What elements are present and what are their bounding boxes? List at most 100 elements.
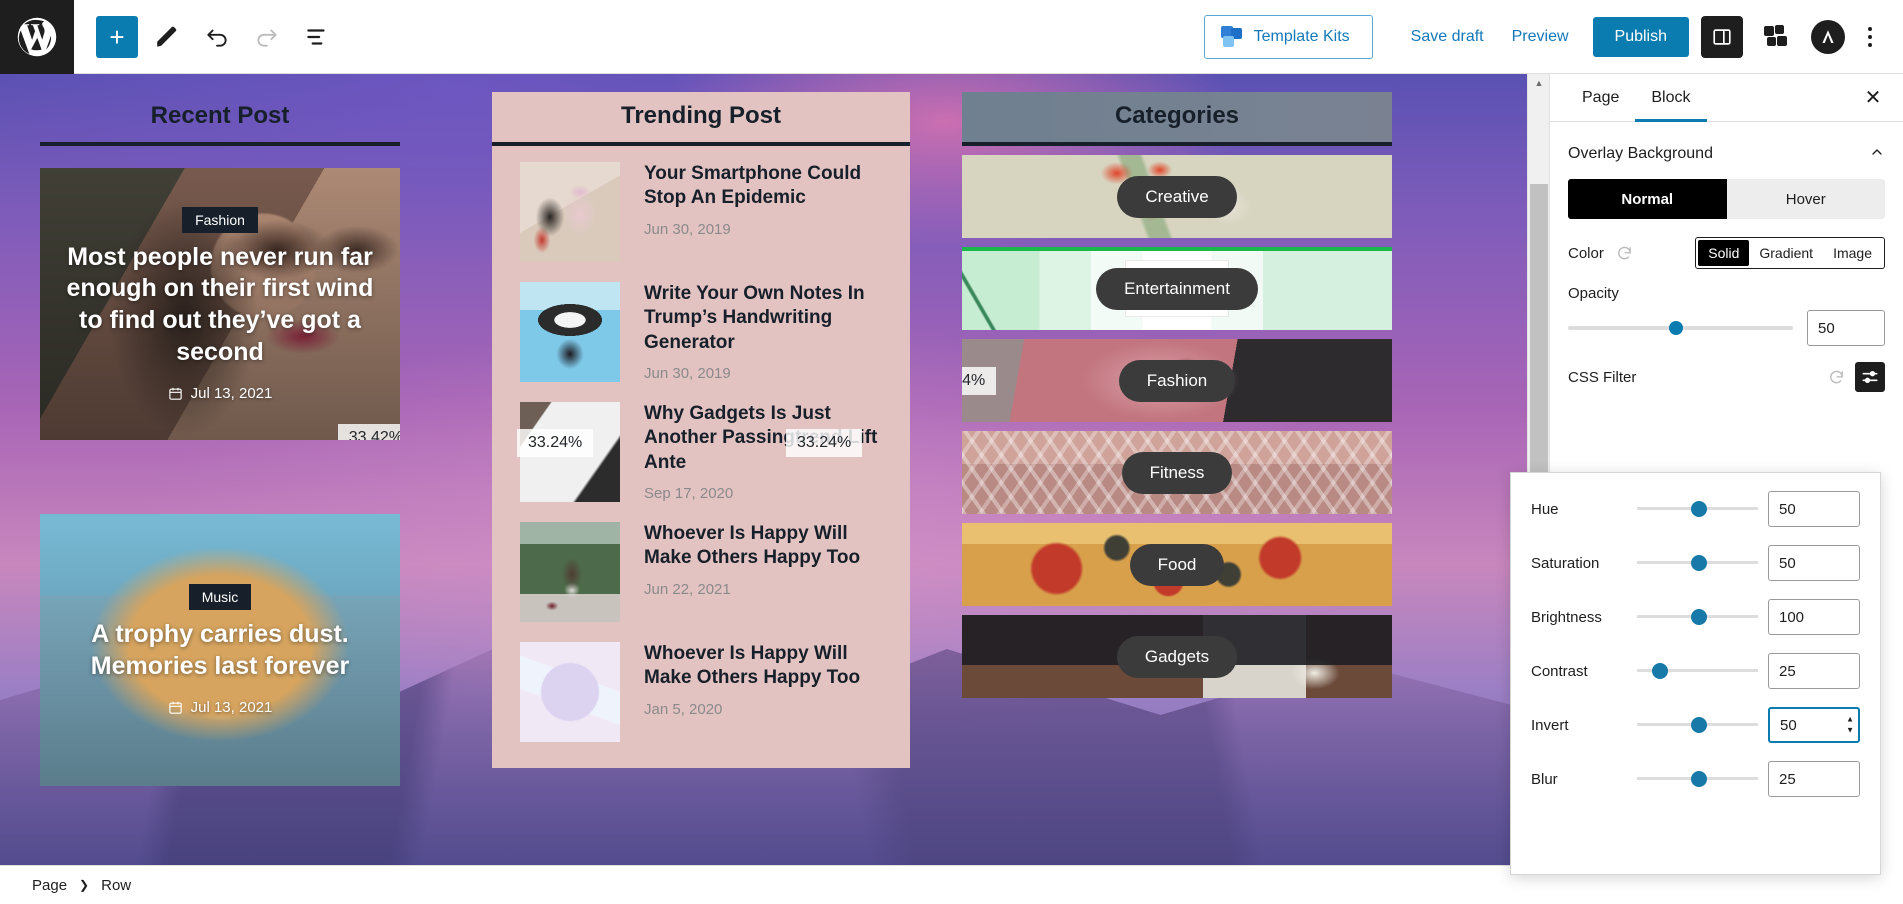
invert-value-text: 50 [1780,716,1797,734]
recent-post-card[interactable]: Music A trophy carries dust. Memories la… [40,514,400,786]
reset-color-icon[interactable] [1616,245,1633,262]
column-trending-post[interactable]: Trending Post Your Smartphone Could Stop… [492,74,910,865]
trending-list-item[interactable]: Your Smartphone Could Stop An Epidemic J… [520,162,888,262]
column-recent-post[interactable]: Recent Post Fashion Most people never ru… [0,74,440,865]
add-block-button[interactable]: + [96,15,138,58]
recent-post-category-badge[interactable]: Fashion [182,206,258,233]
opacity-slider[interactable] [1568,319,1793,337]
invert-spinner[interactable]: ▲ ▼ [1846,715,1854,735]
recent-post-card[interactable]: Fashion Most people never run far enough… [40,168,400,440]
spinner-down-icon[interactable]: ▼ [1846,726,1854,735]
invert-value-input[interactable]: 50 ▲ ▼ [1768,707,1860,743]
hue-slider-knob[interactable] [1691,501,1708,517]
preview-button[interactable]: Preview [1498,28,1583,46]
column-categories[interactable]: Categories Creative Entertainment Fashio… [962,74,1392,865]
category-label[interactable]: Creative [1117,175,1237,218]
close-sidebar-icon[interactable]: ✕ [1857,82,1889,114]
blur-value-input[interactable]: 25 [1768,761,1860,797]
category-item[interactable]: Fashion 33.34% [962,339,1392,422]
list-view-icon[interactable] [296,16,338,58]
hue-value-input[interactable]: 50 [1768,491,1860,527]
blur-label: Blur [1531,770,1558,788]
sidebar-tabs: Page Block ✕ [1550,74,1903,122]
filter-row-brightness: Brightness 100 [1531,599,1860,635]
color-type-segmented-control: Solid Gradient Image [1695,237,1885,269]
opacity-slider-knob[interactable] [1669,321,1684,335]
trending-thumbnail [520,522,620,622]
sidebar-panel-icon [1713,28,1731,45]
color-type-solid[interactable]: Solid [1698,240,1750,266]
opacity-value-input[interactable]: 50 [1807,310,1885,346]
column-gap [440,74,492,865]
css-filter-popover: Hue 50 Saturation 50 Brightness 100 Cont… [1510,472,1881,875]
contrast-slider[interactable] [1637,662,1758,680]
category-item[interactable]: Food [962,523,1392,606]
brightness-value-input[interactable]: 100 [1768,599,1860,635]
template-kits-button[interactable]: Template Kits [1203,14,1373,59]
category-item[interactable]: Gadgets [962,615,1392,698]
astra-logo-icon [1822,29,1834,43]
css-filter-settings-icon[interactable] [1855,362,1885,392]
tab-page[interactable]: Page [1566,74,1635,121]
trending-item-title[interactable]: Your Smartphone Could Stop An Epidemic [644,162,888,211]
recent-post-category-badge[interactable]: Music [188,584,252,611]
astra-logo-button[interactable] [1811,19,1845,54]
saturation-slider[interactable] [1637,554,1758,572]
brightness-slider[interactable] [1637,608,1758,626]
publish-button[interactable]: Publish [1592,16,1689,57]
category-item[interactable]: Creative [962,155,1392,238]
trending-list-item[interactable]: Whoever Is Happy Will Make Others Happy … [520,642,888,742]
save-draft-button[interactable]: Save draft [1397,28,1498,46]
undo-icon[interactable] [196,16,238,58]
hue-slider[interactable] [1637,500,1758,518]
canvas-scrollbar-thumb[interactable] [1530,184,1548,514]
chevron-up-icon[interactable] [1869,144,1885,163]
invert-slider-knob[interactable] [1691,717,1708,733]
trending-list-item[interactable]: Why Gadgets Is Just Another Passingtrend… [517,402,888,502]
reset-css-filter-icon[interactable] [1828,369,1845,386]
category-item[interactable]: Entertainment [962,247,1392,330]
editor-canvas[interactable]: Recent Post Fashion Most people never ru… [0,74,1527,865]
category-label[interactable]: Gadgets [1116,635,1238,678]
color-type-gradient[interactable]: Gradient [1749,240,1823,266]
page-row[interactable]: Recent Post Fashion Most people never ru… [0,74,1527,865]
blur-slider[interactable] [1637,770,1758,788]
category-label[interactable]: Fitness [1121,451,1233,494]
saturation-slider-knob[interactable] [1691,555,1708,571]
block-plugin-button[interactable] [1755,16,1797,58]
spinner-up-icon[interactable]: ▲ [1846,715,1854,724]
trending-item-title[interactable]: Whoever Is Happy Will Make Others Happy … [644,522,888,571]
recent-post-title[interactable]: Most people never run far enough on thei… [40,242,400,369]
color-type-image[interactable]: Image [1823,240,1882,266]
brightness-slider-knob[interactable] [1691,609,1708,625]
state-hover-button[interactable]: Hover [1727,179,1886,219]
edit-pencil-icon[interactable] [146,16,188,58]
contrast-value-input[interactable]: 25 [1768,653,1860,689]
blur-slider-knob[interactable] [1691,771,1708,787]
category-label[interactable]: Entertainment [1096,267,1258,310]
saturation-value-input[interactable]: 50 [1768,545,1860,581]
wordpress-logo-button[interactable] [0,0,74,74]
trending-list-item[interactable]: Write Your Own Notes In Trump’s Handwrit… [520,282,888,382]
contrast-slider-knob[interactable] [1651,663,1668,679]
breadcrumb-item-row[interactable]: Row [101,877,131,894]
trending-list-item[interactable]: Whoever Is Happy Will Make Others Happy … [520,522,888,622]
trending-item-title[interactable]: Write Your Own Notes In Trump’s Handwrit… [644,282,888,355]
tab-block[interactable]: Block [1635,74,1707,122]
invert-slider[interactable] [1637,716,1758,734]
trending-item-title[interactable]: Whoever Is Happy Will Make Others Happy … [644,642,888,691]
settings-sidebar-toggle-button[interactable] [1701,15,1743,58]
redo-icon[interactable] [246,16,288,58]
category-label[interactable]: Food [1129,543,1225,586]
breadcrumb-item-page[interactable]: Page [32,877,67,894]
category-label[interactable]: Fashion [1118,359,1236,402]
overlay-background-panel-header[interactable]: Overlay Background [1568,122,1885,179]
scroll-up-arrow-icon[interactable]: ▲ [1528,74,1550,92]
more-options-button[interactable] [1855,16,1885,58]
color-label: Color [1568,244,1604,262]
category-item[interactable]: Fitness [962,431,1392,514]
state-normal-button[interactable]: Normal [1568,179,1727,219]
recent-post-title[interactable]: A trophy carries dust. Memories last for… [40,619,400,683]
trending-post-body: Your Smartphone Could Stop An Epidemic J… [492,146,910,768]
trending-item-date: Jan 5, 2020 [644,700,723,718]
